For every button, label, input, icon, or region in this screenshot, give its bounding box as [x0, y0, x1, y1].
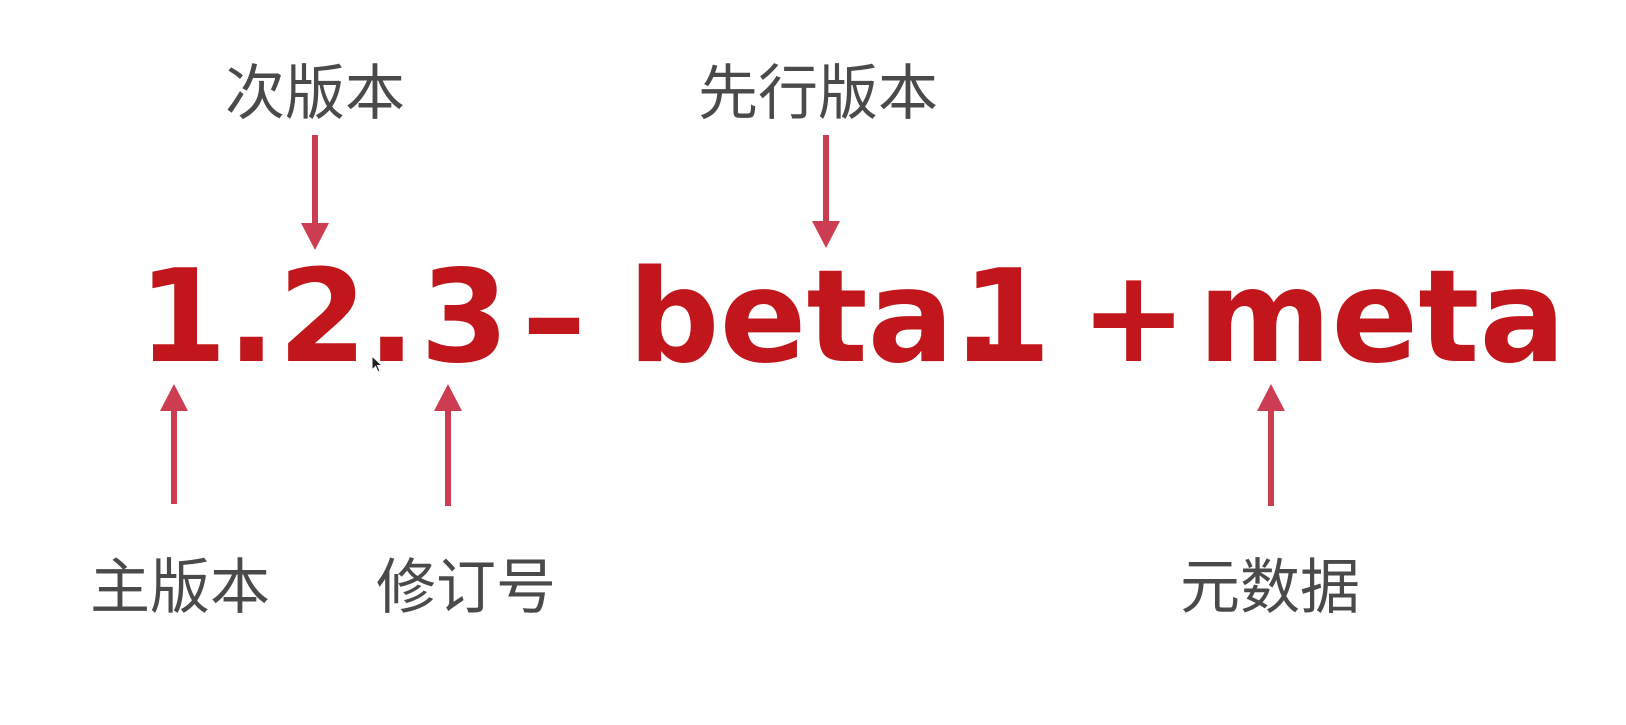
arrow-down-minor-icon	[301, 135, 329, 250]
arrow-up-metadata-icon	[1257, 384, 1285, 506]
version-major: 1.	[138, 243, 276, 392]
arrow-up-patch-icon	[434, 384, 462, 506]
label-metadata: 元数据	[1180, 553, 1360, 623]
version-metadata: meta	[1198, 243, 1566, 392]
version-prerelease: beta.	[628, 243, 1003, 392]
label-major-version: 主版本	[90, 553, 270, 623]
label-prerelease-version: 先行版本	[698, 59, 938, 129]
mouse-cursor-icon	[371, 355, 384, 373]
label-patch-version: 修订号	[376, 553, 556, 623]
arrow-up-major-icon	[160, 384, 188, 504]
label-minor-version: 次版本	[225, 59, 405, 129]
version-prerelease-number: 1	[962, 243, 1052, 392]
semver-diagram: 次版本 先行版本 1. 2. 3 – beta. 1 + meta 主版本 修订…	[0, 0, 1626, 725]
version-hyphen: –	[522, 243, 586, 392]
version-minor: 2.	[278, 243, 416, 392]
arrow-down-prerelease-icon	[812, 135, 840, 248]
version-plus: +	[1080, 243, 1188, 392]
version-patch: 3	[420, 243, 510, 392]
